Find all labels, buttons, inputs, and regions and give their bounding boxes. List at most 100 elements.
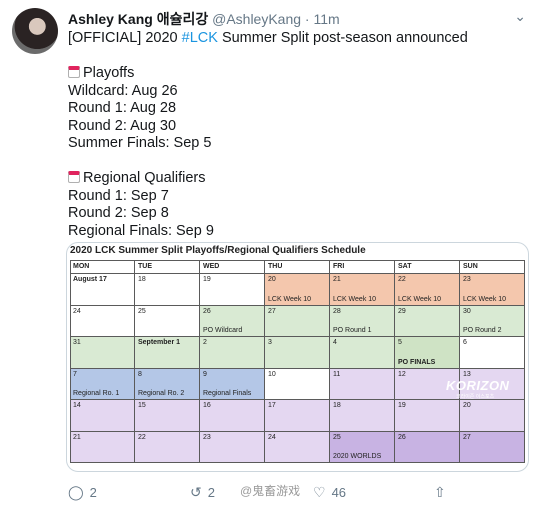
calendar-day-cell: 25	[135, 305, 200, 337]
calendar-day-cell: 14	[70, 400, 135, 432]
calendar-date: September 1	[138, 339, 181, 346]
share-button[interactable]: ⇧	[434, 484, 446, 501]
day-header: SAT	[395, 260, 460, 274]
handle-and-time[interactable]: @AshleyKang · 11m	[212, 11, 340, 27]
calendar-date: 22	[138, 433, 146, 441]
calendar-icon	[68, 66, 80, 78]
day-header-label: TUE	[138, 263, 152, 270]
calendar-day-cell: August 17	[70, 274, 135, 306]
calendar-day-cell: 19	[395, 400, 460, 432]
calendar-date: 26	[203, 307, 211, 315]
calendar-day-cell: 22 LCK Week 10	[395, 274, 460, 306]
retweet-icon: ↺	[190, 484, 202, 500]
calendar-day-cell: 16	[200, 400, 265, 432]
calendar-day-cell: 18	[330, 400, 395, 432]
calendar-date: 22	[398, 276, 406, 283]
calendar-day-cell: 26 PO Wildcard	[200, 305, 265, 337]
tweet-header: Ashley Kang 애슐리강 @AshleyKang · 11m	[68, 9, 340, 29]
calendar-event: Regional Ro. 1	[73, 390, 120, 397]
calendar-date: 9	[203, 370, 207, 378]
calendar-date: 27	[268, 307, 276, 315]
calendar-date: 2	[203, 339, 207, 346]
calendar-event: LCK Week 10	[398, 295, 442, 303]
calendar-date: 10	[268, 370, 276, 378]
day-header-label: FRI	[333, 263, 345, 270]
day-header-label: SAT	[398, 263, 412, 270]
calendar-date: 15	[138, 402, 146, 409]
calendar-day-cell: 2	[200, 337, 265, 369]
calendar-date: 29	[398, 307, 406, 315]
calendar-day-cell: 6	[460, 337, 525, 369]
korizon-logo-subtitle: 코라이즌 이스포츠	[456, 394, 495, 400]
calendar-event: LCK Week 10	[333, 295, 377, 303]
calendar-day-cell: 25 2020 WORLDS	[330, 431, 395, 463]
calendar-event: PO Round 2	[463, 327, 502, 334]
calendar-date: 4	[333, 339, 337, 346]
day-header-label: SUN	[463, 263, 478, 270]
calendar-date: 24	[268, 433, 276, 441]
like-button[interactable]: ♡ 46	[313, 484, 346, 501]
calendar-date: 5	[398, 339, 402, 346]
calendar-day-cell: 17	[265, 400, 330, 432]
avatar[interactable]	[12, 8, 58, 54]
calendar-date: 30	[463, 307, 471, 315]
calendar-event: LCK Week 10	[268, 295, 312, 303]
calendar-day-cell: 23 LCK Week 10	[460, 274, 525, 306]
playoffs-item: Round 1: Aug 28	[68, 100, 177, 116]
calendar-day-cell: 21	[70, 431, 135, 463]
display-name[interactable]: Ashley Kang 애슐리강	[68, 11, 208, 27]
calendar-day-cell: 27	[460, 431, 525, 463]
calendar-day-cell: 15	[135, 400, 200, 432]
calendar-date: 19	[203, 276, 211, 283]
watermark: @鬼畜游戏	[240, 484, 301, 498]
hashtag-link[interactable]: #LCK	[182, 30, 218, 46]
tweet-text: [OFFICIAL] 2020 #LCK Summer Split post-s…	[68, 30, 468, 240]
tweet-text-part: Summer Split post-season announced	[217, 30, 468, 46]
calendar-date: 25	[138, 307, 146, 315]
calendar-icon	[68, 171, 80, 183]
retweet-button[interactable]: ↺ 2	[190, 484, 215, 501]
calendar-date: 16	[203, 402, 211, 409]
calendar-day-cell: 24	[265, 431, 330, 463]
tweet-first-line: [OFFICIAL] 2020 #LCK Summer Split post-s…	[68, 30, 468, 48]
regional-heading: Regional Qualifiers	[68, 170, 468, 188]
calendar-day-cell: 24	[70, 305, 135, 337]
calendar-date: 26	[398, 433, 406, 441]
calendar-event: PO Round 1	[333, 327, 372, 334]
day-header: THU	[265, 260, 330, 274]
chevron-down-icon[interactable]: ⌄	[514, 8, 526, 25]
reply-button[interactable]: ◯ 2	[68, 484, 97, 501]
calendar-day-cell: 19	[200, 274, 265, 306]
calendar-date: 6	[463, 339, 467, 346]
schedule-image[interactable]: 2020 LCK Summer Split Playoffs/Regional …	[66, 242, 529, 472]
calendar-day-cell: 9 Regional Finals	[200, 368, 265, 400]
calendar-day-cell: 7 Regional Ro. 1	[70, 368, 135, 400]
regional-item: Regional Finals: Sep 9	[68, 222, 214, 239]
calendar-day-cell: 5 PO FINALS	[395, 337, 460, 369]
calendar-date: 13	[463, 370, 471, 378]
calendar-day-cell: 3	[265, 337, 330, 369]
playoffs-item: Wildcard: Aug 26	[68, 82, 178, 99]
retweet-count: 2	[207, 485, 215, 500]
playoffs-item: Summer Finals: Sep 5	[68, 135, 212, 151]
reply-icon: ◯	[68, 484, 84, 500]
calendar-day-cell: 22	[135, 431, 200, 463]
calendar-date: 25	[333, 433, 341, 441]
calendar-day-cell: 27	[265, 305, 330, 337]
calendar-date: 24	[73, 307, 81, 315]
calendar-date: 31	[73, 339, 81, 346]
playoffs-heading-text: Playoffs	[83, 65, 135, 81]
calendar-date: 21	[333, 276, 341, 283]
calendar-event: PO FINALS	[398, 358, 436, 366]
calendar-day-cell: 8 Regional Ro. 2	[135, 368, 200, 400]
calendar-day-cell: 30 PO Round 2	[460, 305, 525, 337]
calendar-event: Regional Finals	[203, 390, 252, 397]
calendar-day-cell: 10	[265, 368, 330, 400]
day-header: FRI	[330, 260, 395, 274]
day-header: MON	[70, 260, 135, 274]
calendar-day-cell: 11	[330, 368, 395, 400]
korizon-logo: KORIZON	[446, 378, 510, 393]
calendar-event: LCK Week 10	[463, 295, 507, 303]
